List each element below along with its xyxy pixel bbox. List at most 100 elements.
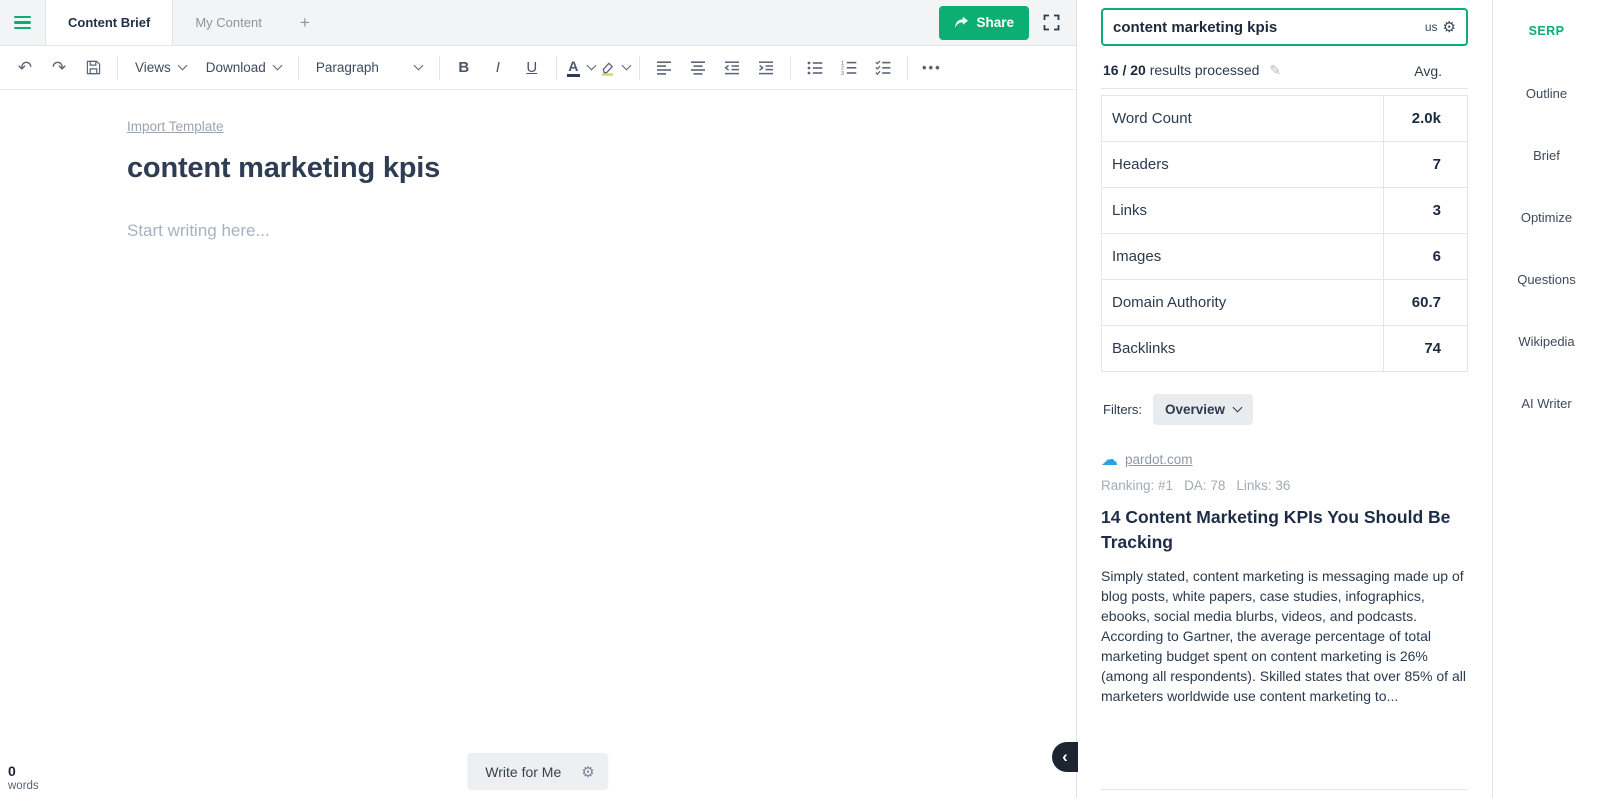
results-processed: 16 / 20 results processed ✎ — [1103, 62, 1281, 79]
save-button[interactable] — [76, 52, 110, 84]
country-label[interactable]: us — [1425, 20, 1438, 34]
write-for-me-button[interactable]: Write for Me ⚙ — [467, 753, 609, 790]
menu-button[interactable] — [0, 0, 46, 45]
align-left-icon — [656, 60, 672, 75]
import-template-link[interactable]: Import Template — [127, 119, 224, 134]
app-root: Content Brief My Content + Share ↶ ↷ Vie… — [0, 0, 1600, 798]
numbered-list-button[interactable]: 123 — [832, 52, 866, 84]
paragraph-label: Paragraph — [315, 60, 379, 75]
serp-search-box[interactable]: us ⚙ — [1101, 8, 1468, 46]
stat-row-images[interactable]: Images 6 — [1101, 233, 1468, 280]
nav-item-brief[interactable]: Brief — [1493, 124, 1600, 186]
filter-dropdown[interactable]: Overview — [1153, 394, 1254, 425]
stat-row-headers[interactable]: Headers 7 — [1101, 141, 1468, 188]
highlight-color-button[interactable] — [598, 52, 632, 84]
redo-button[interactable]: ↷ — [42, 52, 76, 84]
tab-content-brief[interactable]: Content Brief — [46, 0, 174, 45]
check-list-button[interactable] — [866, 52, 900, 84]
stat-value: 74 — [1383, 325, 1468, 372]
write-for-me-label: Write for Me — [485, 763, 562, 780]
nav-item-outline[interactable]: Outline — [1493, 62, 1600, 124]
nav-item-serp[interactable]: SERP — [1493, 0, 1600, 62]
filter-selected-value: Overview — [1165, 402, 1226, 417]
stat-value: 7 — [1383, 141, 1468, 188]
add-tab-button[interactable]: + — [284, 0, 326, 45]
search-settings-gear-icon[interactable]: ⚙ — [1443, 18, 1456, 36]
stat-row-backlinks[interactable]: Backlinks 74 — [1101, 325, 1468, 372]
result-snippet: Simply stated, content marketing is mess… — [1101, 568, 1466, 705]
stat-label: Word Count — [1101, 95, 1384, 142]
bold-button[interactable]: B — [447, 52, 481, 84]
document-area[interactable]: Import Template content marketing kpis S… — [0, 90, 1076, 798]
toolbar-separator — [438, 55, 440, 80]
filters-row: Filters: Overview — [1101, 394, 1468, 425]
toolbar-separator — [555, 55, 557, 80]
tab-bar: Content Brief My Content + Share — [0, 0, 1076, 46]
paragraph-style-dropdown[interactable]: Paragraph — [306, 52, 432, 84]
underline-button[interactable]: U — [515, 52, 549, 84]
editor-pane: Content Brief My Content + Share ↶ ↷ Vie… — [0, 0, 1078, 798]
chevron-down-icon — [177, 60, 188, 71]
highlighter-icon — [600, 60, 615, 76]
align-center-button[interactable] — [681, 52, 715, 84]
share-button[interactable]: Share — [939, 5, 1029, 40]
editor-placeholder[interactable]: Start writing here... — [127, 221, 1016, 241]
align-center-icon — [690, 60, 706, 75]
indent-icon — [758, 60, 774, 75]
collapse-panel-button[interactable]: ‹ — [1052, 742, 1078, 772]
stat-value: 2.0k — [1383, 95, 1468, 142]
chevron-down-icon — [1232, 402, 1243, 413]
toolbar-separator — [906, 55, 908, 80]
toolbar-separator — [117, 55, 118, 80]
download-dropdown[interactable]: Download — [196, 52, 291, 84]
word-count: 0 words — [8, 763, 39, 792]
nav-item-optimize[interactable]: Optimize — [1493, 186, 1600, 248]
serp-result: ☁ pardot.com Ranking: #1 DA: 78 Links: 3… — [1101, 451, 1468, 706]
stat-label: Backlinks — [1101, 325, 1384, 372]
serp-panel: us ⚙ 16 / 20 results processed ✎ Avg. Wo… — [1076, 0, 1492, 798]
views-label: Views — [135, 60, 171, 75]
undo-button[interactable]: ↶ — [8, 52, 42, 84]
nav-item-questions[interactable]: Questions — [1493, 248, 1600, 310]
stat-row-word-count[interactable]: Word Count 2.0k — [1101, 95, 1468, 142]
results-processed-count: 16 / 20 — [1103, 62, 1146, 78]
stat-label: Domain Authority — [1101, 279, 1384, 326]
tab-my-content[interactable]: My Content — [173, 0, 283, 45]
tab-bar-spacer — [326, 0, 940, 45]
stat-value: 3 — [1383, 187, 1468, 234]
fullscreen-button[interactable] — [1043, 14, 1060, 31]
bullet-list-button[interactable] — [798, 52, 832, 84]
word-count-value: 0 — [8, 763, 16, 779]
stat-value: 6 — [1383, 233, 1468, 280]
align-left-button[interactable] — [647, 52, 681, 84]
svg-text:3: 3 — [841, 71, 844, 75]
result-ranking: Ranking: #1 — [1101, 478, 1174, 493]
more-options-button[interactable]: ••• — [915, 52, 949, 84]
pencil-icon[interactable]: ✎ — [1269, 62, 1281, 78]
text-color-button[interactable]: A — [564, 52, 598, 84]
nav-item-ai-writer[interactable]: AI Writer — [1493, 372, 1600, 434]
word-count-label: words — [8, 780, 39, 792]
indent-button[interactable] — [749, 52, 783, 84]
views-dropdown[interactable]: Views — [125, 52, 196, 84]
stat-row-domain-authority[interactable]: Domain Authority 60.7 — [1101, 279, 1468, 326]
chevron-down-icon — [621, 60, 632, 71]
tab-label: My Content — [195, 15, 262, 30]
outdent-button[interactable] — [715, 52, 749, 84]
gear-icon[interactable]: ⚙ — [575, 763, 608, 781]
share-label: Share — [976, 15, 1014, 30]
divider — [1101, 789, 1468, 790]
search-query-input[interactable] — [1113, 18, 1363, 36]
stat-row-links[interactable]: Links 3 — [1101, 187, 1468, 234]
stat-label: Images — [1101, 233, 1384, 280]
nav-item-wikipedia[interactable]: Wikipedia — [1493, 310, 1600, 372]
result-domain-row: ☁ pardot.com — [1101, 451, 1468, 468]
italic-button[interactable]: I — [481, 52, 515, 84]
avg-column-label: Avg. — [1414, 62, 1442, 79]
result-title[interactable]: 14 Content Marketing KPIs You Should Be … — [1101, 505, 1468, 554]
document-title[interactable]: content marketing kpis — [127, 152, 1016, 185]
text-color-icon: A — [566, 59, 580, 77]
outdent-icon — [724, 60, 740, 75]
result-domain-link[interactable]: pardot.com — [1125, 452, 1193, 467]
check-list-icon — [875, 60, 891, 75]
